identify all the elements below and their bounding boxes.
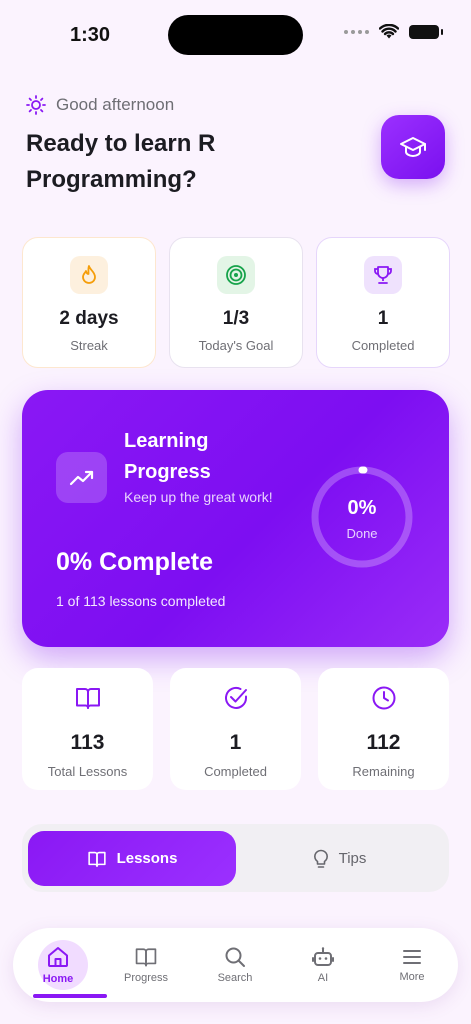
sun-icon [26,95,46,115]
progress-subtitle: Keep up the great work! [124,489,273,505]
status-icons [344,24,443,40]
total-lessons-card: 113 Total Lessons [22,668,153,790]
tab-tips-label: Tips [338,850,367,867]
courses-button[interactable] [381,115,445,179]
battery-icon [409,25,443,39]
greeting: Good afternoon [26,95,174,115]
trending-up-icon [56,452,107,503]
total-lessons-label: Total Lessons [47,764,128,779]
streak-card: 2 days Streak [22,237,156,368]
completed-lessons-value: 1 [229,731,242,754]
completed-label: Completed [351,338,415,353]
status-time: 1:30 [70,24,111,46]
status-bar: 1:30 [0,0,471,70]
nav-more-label: More [399,971,425,983]
robot-icon [312,947,334,966]
nav-ai-label: AI [317,972,329,984]
nav-progress[interactable]: Progress [106,928,186,1002]
home-icon [48,947,68,967]
completed-lessons-label: Completed [204,764,267,779]
dynamic-island [168,15,303,55]
signal-icon [344,30,369,34]
lessons-completed-text: 1 of 113 lessons completed [56,593,226,609]
daily-goal-label: Today's Goal [198,338,274,353]
remaining-lessons-value: 112 [366,731,401,754]
total-lessons-value: 113 [70,731,105,754]
ring-value: 0% [347,497,377,519]
search-icon [225,947,245,967]
wifi-icon [379,24,399,39]
menu-icon [403,950,421,964]
book-icon [75,688,100,709]
completed-lessons-card: 1 Completed [170,668,301,790]
nav-search-label: Search [217,972,253,984]
completed-card: 1 Completed [316,237,450,368]
nav-search[interactable]: Search [195,928,275,1002]
learning-progress-card[interactable]: Learning Progress Keep up the great work… [22,390,449,647]
daily-goal-card: 1/3 Today's Goal [169,237,303,368]
lessons-tips-tabs: Lessons Tips [22,824,449,892]
trophy-icon [364,256,402,294]
book-icon [135,948,157,967]
bottom-nav: Home Progress Search AI More [13,928,458,1002]
streak-label: Streak [70,338,108,353]
target-icon [217,256,255,294]
tab-lessons[interactable]: Lessons [28,831,236,886]
nav-home-label: Home [42,973,74,985]
remaining-lessons-card: 112 Remaining [318,668,449,790]
tab-tips[interactable]: Tips [236,831,443,886]
daily-goal-value: 1/3 [222,308,250,329]
flame-icon [70,256,108,294]
clock-icon [372,686,395,710]
progress-title: Learning Progress [124,430,211,483]
nav-progress-label: Progress [123,972,169,984]
nav-active-indicator [33,994,107,998]
lightbulb-icon [313,849,328,868]
graduation-cap-icon [400,137,426,157]
nav-more[interactable]: More [372,928,452,1002]
page-title: Ready to learn R Programming? [26,130,216,193]
remaining-lessons-label: Remaining [352,764,415,779]
ring-label: Done [346,526,378,541]
nav-ai[interactable]: AI [283,928,363,1002]
book-icon [87,851,106,867]
completed-value: 1 [377,308,389,329]
progress-percent: 0% Complete [56,548,213,576]
check-circle-icon [224,686,247,709]
streak-value: 2 days [59,308,119,329]
tab-lessons-label: Lessons [116,850,178,867]
nav-home[interactable]: Home [18,928,107,1002]
greeting-text: Good afternoon [56,95,175,114]
